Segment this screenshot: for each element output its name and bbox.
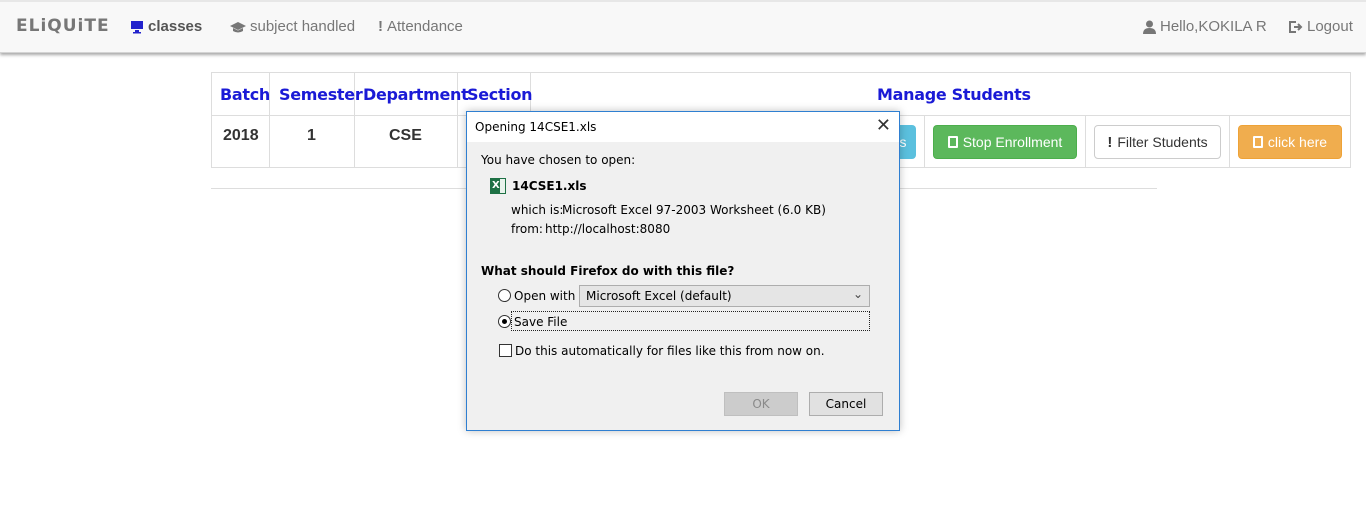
header-department: Department [363,85,469,104]
table-border-top [211,72,1351,73]
nav-subject-handled[interactable]: subject handled [230,18,355,35]
nav-logout-label: Logout [1307,18,1353,35]
filter-students-button[interactable]: ! Filter Students [1094,125,1221,159]
close-icon[interactable]: ✕ [876,116,891,136]
nav-subject-label: subject handled [250,18,356,35]
stop-enrollment-button[interactable]: Stop Enrollment [933,125,1077,159]
save-file-radio[interactable] [498,315,511,328]
open-with-value: Microsoft Excel (default) [586,289,732,303]
which-is-value: Microsoft Excel 97-2003 Worksheet (6.0 K… [562,203,826,217]
logout-icon [1289,20,1303,33]
partial-info-label: s [899,134,907,150]
click-here-button[interactable]: click here [1238,125,1342,159]
open-with-radio[interactable] [498,289,511,302]
nav-classes-label: classes [148,18,203,35]
table-border-left [211,72,212,168]
book-icon [947,136,958,148]
excel-file-icon [490,178,506,194]
save-file-label[interactable]: Save File [514,315,567,329]
nav-hello-label: Hello,KOKILA R [1160,18,1267,35]
cell-department: CSE [389,127,422,144]
dialog-title: Opening 14CSE1.xls [475,120,597,134]
book-icon [1252,136,1263,148]
dialog-titlebar[interactable]: Opening 14CSE1.xls ✕ [467,112,899,142]
nav-attendance-label: Attendance [387,18,463,35]
header-batch: Batch [220,85,271,104]
nav-user-greeting[interactable]: Hello,KOKILA R [1143,18,1267,35]
exclamation-icon: ! [1107,133,1113,151]
which-is-label: which is: [511,203,564,217]
nav-attendance[interactable]: ! Attendance [378,18,463,35]
stop-enrollment-label: Stop Enrollment [962,134,1063,150]
nav-classes[interactable]: classes [130,18,202,35]
header-manage-students: Manage Students [877,85,1031,104]
table-col-sep [1229,116,1230,168]
table-border-right [1350,72,1351,168]
chevron-down-icon: ⌄ [852,287,863,301]
from-label: from: [511,222,543,236]
from-value: http://localhost:8080 [545,222,671,236]
ok-label: OK [752,397,770,411]
dialog-filename: 14CSE1.xls [512,179,587,193]
user-icon [1143,20,1156,34]
brand-logo[interactable]: ELiQUiTE [16,16,110,36]
cancel-button[interactable]: Cancel [809,392,883,416]
dialog-question: What should Firefox do with this file? [481,264,735,278]
open-with-label[interactable]: Open with [514,289,575,303]
dialog-intro: You have chosen to open: [481,153,636,167]
cancel-label: Cancel [825,397,867,411]
navbar-top-border [0,0,1366,2]
monitor-icon [131,20,143,33]
header-section: Section [467,85,533,104]
exclamation-icon: ! [378,18,383,35]
ok-button[interactable]: OK [724,392,798,416]
auto-action-label[interactable]: Do this automatically for files like thi… [515,344,825,358]
click-here-label: click here [1267,134,1328,150]
table-col-sep [1085,116,1086,168]
download-dialog: Opening 14CSE1.xls ✕ You have chosen to … [466,111,900,431]
auto-action-checkbox[interactable] [499,344,512,357]
navbar: ELiQUiTE classes subject handled ! Atten… [0,0,1366,53]
cell-semester: 1 [307,127,316,144]
open-with-select[interactable]: Microsoft Excel (default) ⌄ [579,285,870,307]
cell-batch: 2018 [223,127,259,144]
filter-students-label: Filter Students [1117,134,1208,150]
header-semester: Semester [279,85,363,104]
nav-logout[interactable]: Logout [1288,18,1353,35]
graduation-cap-icon [230,21,246,32]
table-col-sep [924,116,925,168]
